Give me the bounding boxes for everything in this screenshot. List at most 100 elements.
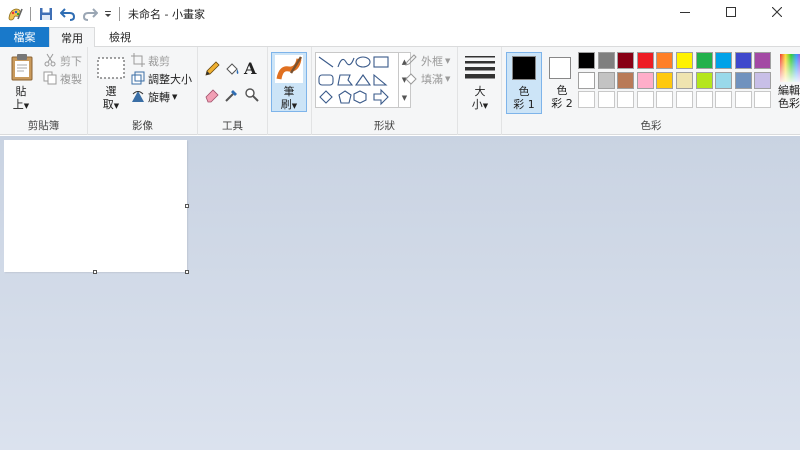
fill-icon bbox=[404, 71, 418, 88]
outline-label: 外框 bbox=[421, 55, 443, 68]
undo-icon[interactable] bbox=[57, 3, 79, 25]
crop-label: 裁剪 bbox=[148, 55, 170, 68]
quick-access-toolbar bbox=[0, 0, 124, 27]
redo-icon[interactable] bbox=[79, 3, 101, 25]
color-swatch[interactable] bbox=[617, 71, 635, 89]
color-swatch[interactable] bbox=[676, 52, 693, 69]
custom-color-slot[interactable] bbox=[754, 91, 772, 108]
custom-color-slot[interactable] bbox=[734, 91, 752, 108]
color2-label-1: 色 bbox=[556, 84, 568, 97]
expand-gallery-icon[interactable]: ▼ bbox=[402, 94, 407, 102]
save-icon[interactable] bbox=[35, 3, 57, 25]
cut-label: 剪下 bbox=[60, 55, 82, 68]
maximize-button[interactable] bbox=[708, 0, 754, 27]
color1-button[interactable]: 色 彩 1 bbox=[506, 52, 542, 114]
brushes-button[interactable]: 筆 刷▼ bbox=[271, 52, 307, 112]
hexagon-shape-icon bbox=[353, 90, 367, 104]
paint-app-icon[interactable] bbox=[4, 3, 26, 25]
color2-label-2: 彩 2 bbox=[551, 97, 573, 110]
brushes-group: 筆 刷▼ bbox=[268, 47, 312, 135]
shapes-group: ▲ ▼ ▼ 外框 ▼ 填滿 ▼ 形狀 bbox=[312, 47, 458, 135]
pencil-icon[interactable] bbox=[204, 61, 220, 80]
color-swatch[interactable] bbox=[695, 52, 713, 69]
line-width-icon bbox=[465, 55, 495, 82]
magnifier-icon[interactable] bbox=[244, 87, 260, 106]
text-icon[interactable]: A bbox=[244, 59, 256, 78]
select-button[interactable]: 選 取▼ bbox=[94, 53, 128, 115]
tab-file[interactable]: 檔案 bbox=[0, 27, 49, 47]
color-swatch[interactable] bbox=[636, 71, 654, 89]
toolbar-separator bbox=[119, 6, 120, 21]
resize-handle-right[interactable] bbox=[185, 204, 189, 208]
edit-colors-button[interactable]: 編輯 色彩 bbox=[778, 52, 800, 114]
custom-color-slot[interactable] bbox=[715, 91, 733, 108]
size-label-2: 小 bbox=[471, 98, 483, 111]
custom-color-slot[interactable] bbox=[676, 91, 693, 108]
paste-button[interactable]: 貼 上▼ bbox=[4, 51, 38, 115]
color-swatch[interactable] bbox=[597, 71, 615, 89]
color2-button[interactable]: 色 彩 2 bbox=[544, 52, 580, 114]
clipboard-icon bbox=[10, 53, 34, 84]
resize-handle-bottom[interactable] bbox=[93, 270, 97, 274]
close-button[interactable] bbox=[754, 0, 800, 27]
color-swatch[interactable] bbox=[734, 52, 752, 69]
clipboard-group: 貼 上▼ 剪下 複製 剪貼簿 bbox=[0, 47, 88, 135]
custom-color-slot[interactable] bbox=[578, 91, 595, 108]
shapes-gallery[interactable] bbox=[315, 52, 399, 108]
polygon-shape-icon bbox=[337, 74, 354, 86]
color-swatch[interactable] bbox=[578, 71, 595, 89]
size-button[interactable]: 大 小▼ bbox=[462, 53, 498, 113]
rectangle-shape-icon bbox=[373, 56, 389, 68]
diamond-shape-icon bbox=[319, 90, 333, 104]
color-swatch[interactable] bbox=[597, 52, 615, 69]
tab-home[interactable]: 常用 bbox=[49, 27, 95, 48]
outline-button[interactable]: 外框 ▼ bbox=[404, 53, 450, 69]
tools-group-label: 工具 bbox=[222, 120, 243, 132]
copy-button[interactable]: 複製 bbox=[43, 71, 82, 87]
drawing-canvas[interactable] bbox=[4, 140, 187, 272]
chevron-down-icon: ▼ bbox=[445, 75, 451, 83]
color-swatch[interactable] bbox=[636, 52, 654, 69]
chevron-down-icon: ▼ bbox=[482, 102, 489, 110]
eraser-icon[interactable] bbox=[204, 87, 220, 106]
resize-button[interactable]: 調整大小 bbox=[131, 71, 192, 87]
tab-view[interactable]: 檢視 bbox=[97, 27, 143, 47]
fill-button[interactable]: 填滿 ▼ bbox=[404, 71, 450, 87]
brush-icon bbox=[275, 55, 303, 86]
select-label-2: 取 bbox=[102, 98, 114, 111]
custom-color-slot[interactable] bbox=[636, 91, 654, 108]
color-picker-icon[interactable] bbox=[224, 87, 240, 106]
color-swatch[interactable] bbox=[656, 71, 674, 89]
custom-color-slot[interactable] bbox=[695, 91, 713, 108]
color-swatch[interactable] bbox=[754, 71, 772, 89]
color-swatch[interactable] bbox=[617, 52, 635, 69]
crop-button[interactable]: 裁剪 bbox=[131, 52, 170, 69]
rotate-label: 旋轉 bbox=[148, 91, 170, 104]
rotate-button[interactable]: 旋轉 ▼ bbox=[131, 89, 177, 105]
color-swatch[interactable] bbox=[695, 71, 713, 89]
ribbon-tabs: 檔案 常用 檢視 bbox=[0, 27, 800, 48]
close-icon bbox=[771, 6, 783, 20]
resize-label: 調整大小 bbox=[148, 73, 192, 86]
custom-color-slot[interactable] bbox=[656, 91, 674, 108]
minimize-button[interactable] bbox=[662, 0, 708, 27]
ribbon: 貼 上▼ 剪下 複製 剪貼簿 選 取▼ 裁剪 調整大小 旋轉 ▼ 影像 A 工具… bbox=[0, 47, 800, 135]
resize-handle-corner[interactable] bbox=[185, 270, 189, 274]
custom-color-slot[interactable] bbox=[617, 91, 635, 108]
color-swatch[interactable] bbox=[676, 71, 693, 89]
window-controls bbox=[662, 0, 800, 27]
shapes-group-label: 形狀 bbox=[374, 120, 395, 132]
color-swatch[interactable] bbox=[656, 52, 674, 69]
custom-color-slot[interactable] bbox=[597, 91, 615, 108]
fill-bucket-icon[interactable] bbox=[224, 61, 240, 80]
cut-button[interactable]: 剪下 bbox=[43, 53, 82, 69]
color-swatch[interactable] bbox=[715, 52, 733, 69]
color-swatch[interactable] bbox=[734, 71, 752, 89]
color-swatch[interactable] bbox=[754, 52, 772, 69]
customize-dropdown-icon[interactable] bbox=[101, 3, 115, 25]
rounded-rectangle-shape-icon bbox=[318, 74, 334, 86]
chevron-down-icon: ▼ bbox=[445, 57, 451, 65]
workspace bbox=[0, 136, 800, 450]
color-swatch[interactable] bbox=[715, 71, 733, 89]
color-swatch[interactable] bbox=[578, 52, 595, 69]
